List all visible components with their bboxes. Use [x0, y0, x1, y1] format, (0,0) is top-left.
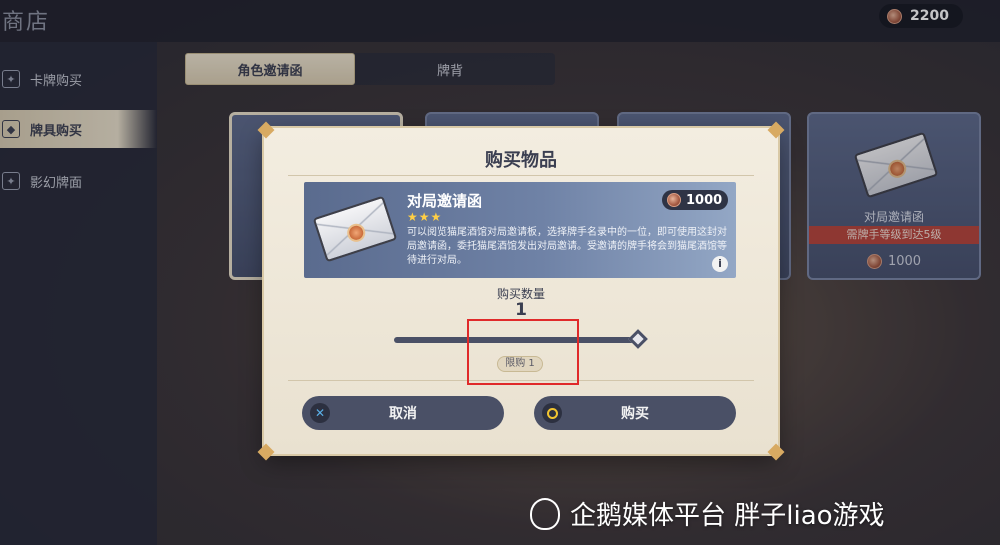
- divider: [288, 175, 754, 176]
- info-icon[interactable]: i: [712, 256, 728, 272]
- star-rating: ★★★: [407, 210, 443, 224]
- buy-button[interactable]: 购买: [534, 396, 736, 430]
- circle-icon: [542, 403, 562, 423]
- slider-handle[interactable]: [628, 329, 648, 349]
- close-icon: ✕: [310, 403, 330, 423]
- item-panel: 对局邀请函 ★★★ 可以阅览猫尾酒馆对局邀请板，选择牌手名录中的一位，即可使用这…: [304, 182, 736, 278]
- purchase-dialog: 购买物品 对局邀请函 ★★★ 可以阅览猫尾酒馆对局邀请板，选择牌手名录中的一位，…: [257, 121, 785, 461]
- envelope-icon: [312, 195, 398, 263]
- item-price: 1000: [662, 190, 728, 210]
- cancel-label: 取消: [389, 406, 417, 422]
- buy-label: 购买: [621, 406, 649, 422]
- item-name: 对局邀请函: [407, 192, 483, 210]
- annotation-highlight-box: [467, 319, 579, 385]
- item-price-value: 1000: [686, 192, 723, 208]
- quantity-value: 1: [515, 300, 527, 320]
- item-description: 可以阅览猫尾酒馆对局邀请板，选择牌手名录中的一位，即可使用这封对局邀请函，委托猫…: [407, 227, 727, 266]
- cancel-button[interactable]: ✕ 取消: [302, 396, 504, 430]
- coin-icon: [667, 193, 681, 207]
- watermark: 企鹅媒体平台 胖子liao游戏: [530, 495, 885, 532]
- penguin-icon: [530, 497, 560, 530]
- dialog-title: 购买物品: [485, 150, 557, 171]
- watermark-text: 企鹅媒体平台 胖子liao游戏: [570, 501, 885, 531]
